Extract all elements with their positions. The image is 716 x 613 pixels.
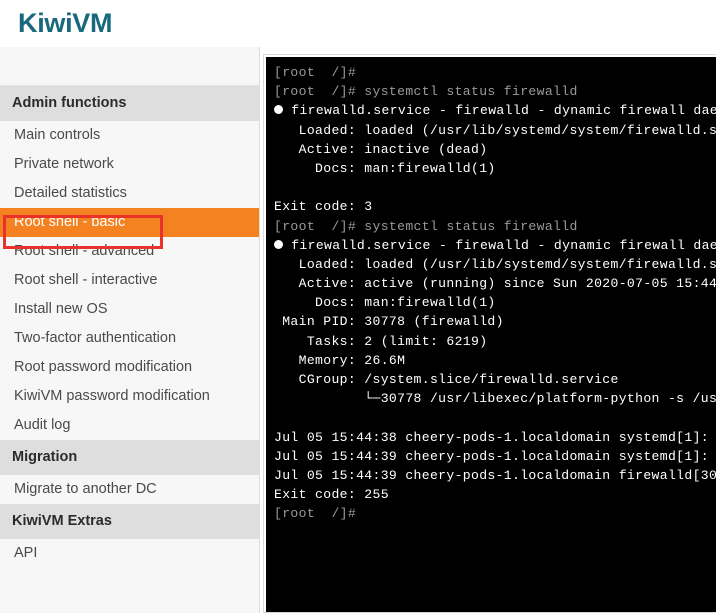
terminal-line: Active: inactive (dead) [274, 141, 488, 157]
sidebar-item-kiwivm-password-modification[interactable]: KiwiVM password modification [0, 382, 259, 411]
terminal-line: Main PID: 30778 (firewalld) [274, 314, 504, 330]
sidebar-item-root-shell-interactive[interactable]: Root shell - interactive [0, 266, 259, 295]
terminal-line: [root /]# systemctl status firewalld [274, 218, 578, 234]
root-shell-output-panel: [root /]# [root /]# systemctl status fir… [263, 54, 716, 613]
terminal-line: Loaded: loaded (/usr/lib/systemd/system/… [274, 122, 716, 138]
terminal-line: [root /]# [274, 506, 365, 522]
terminal-line: firewalld.service - firewalld - dynamic … [274, 101, 716, 120]
sidebar-top-spacer [0, 47, 259, 86]
terminal-line: Memory: 26.6M [274, 352, 406, 368]
sidebar-nav: Admin functions Main controls Private netw… [0, 47, 260, 613]
terminal-line: Exit code: 3 [274, 199, 373, 215]
terminal-line: Jul 05 15:44:39 cheery-pods-1.localdomai… [274, 467, 716, 483]
sidebar-item-private-network[interactable]: Private network [0, 150, 259, 179]
terminal-line: Docs: man:firewalld(1) [274, 160, 496, 176]
terminal-line: └─30778 /usr/libexec/platform-python -s … [274, 391, 716, 407]
sidebar-item-install-new-os[interactable]: Install new OS [0, 295, 259, 324]
service-status-dot-icon [274, 105, 283, 115]
terminal-line: Docs: man:firewalld(1) [274, 295, 496, 311]
service-status-dot-icon [274, 239, 283, 249]
sidebar-item-api[interactable]: API [0, 539, 259, 568]
sidebar-item-root-shell-advanced[interactable]: Root shell - advanced [0, 237, 259, 266]
sidebar-item-main-controls[interactable]: Main controls [0, 121, 259, 150]
sidebar-item-migrate-to-another-dc[interactable]: Migrate to another DC [0, 475, 259, 504]
terminal-line: Exit code: 255 [274, 487, 389, 503]
sidebar-item-root-shell-basic[interactable]: Root shell - basic [0, 208, 259, 237]
terminal-line: Loaded: loaded (/usr/lib/systemd/system/… [274, 256, 716, 272]
terminal-output[interactable]: [root /]# [root /]# systemctl status fir… [266, 57, 716, 612]
sidebar-item-detailed-statistics[interactable]: Detailed statistics [0, 179, 259, 208]
terminal-line-text: firewalld.service - firewalld - dynamic … [291, 237, 716, 253]
terminal-line: Tasks: 2 (limit: 6219) [274, 333, 488, 349]
sidebar-section-header: Migration [0, 440, 259, 475]
sidebar-section-header: Admin functions [0, 86, 259, 121]
sidebar-item-two-factor-authentication[interactable]: Two-factor authentication [0, 324, 259, 353]
sidebar-item-root-password-modification[interactable]: Root password modification [0, 353, 259, 382]
terminal-line: CGroup: /system.slice/firewalld.service [274, 372, 619, 387]
terminal-line: Jul 05 15:44:39 cheery-pods-1.localdomai… [274, 448, 716, 464]
terminal-line: [root /]# [274, 65, 365, 80]
sidebar-section-header: KiwiVM Extras [0, 504, 259, 539]
terminal-line: Jul 05 15:44:38 cheery-pods-1.localdomai… [274, 429, 716, 445]
terminal-line-text: firewalld.service - firewalld - dynamic … [291, 103, 716, 119]
terminal-line: Active: active (running) since Sun 2020-… [274, 276, 716, 292]
sidebar-item-audit-log[interactable]: Audit log [0, 411, 259, 440]
kiwivm-logo[interactable]: KiwiVM [18, 8, 113, 39]
kiwivm-page: KiwiVM Admin functions Main controls Priva… [0, 0, 716, 613]
terminal-line: firewalld.service - firewalld - dynamic … [274, 236, 716, 255]
terminal-line: [root /]# systemctl status firewalld [274, 84, 578, 100]
brand-bar: KiwiVM [0, 0, 716, 47]
